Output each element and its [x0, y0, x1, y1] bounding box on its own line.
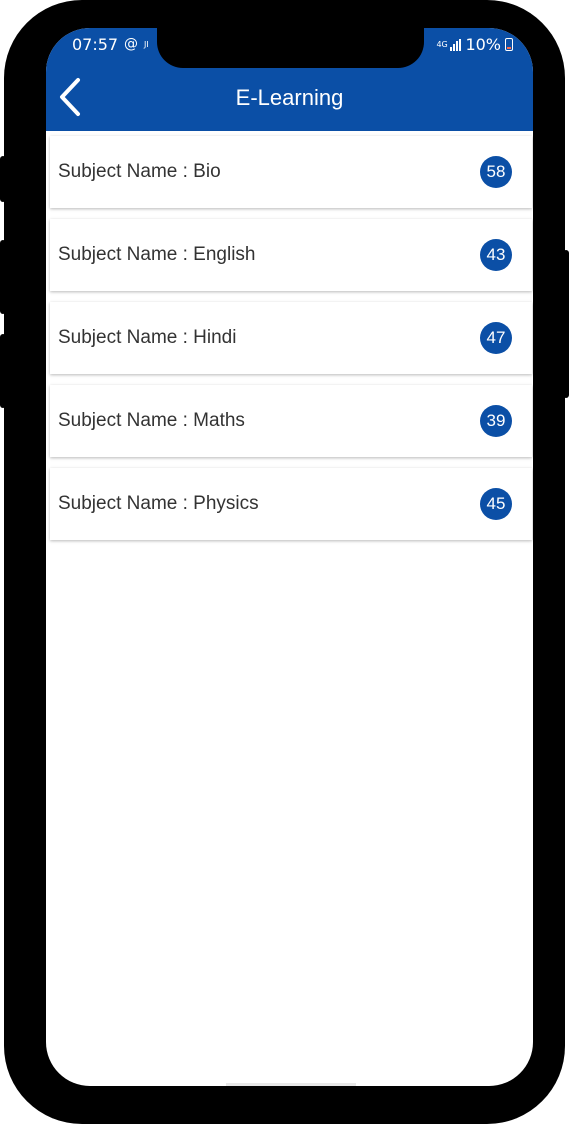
status-right-icons: 4G 10% — [436, 35, 513, 54]
notch — [157, 28, 424, 68]
subject-row-english[interactable]: Subject Name : English 43 — [50, 219, 532, 291]
phone-button-right — [563, 250, 569, 398]
subject-label: Subject Name : Maths — [58, 410, 245, 431]
app-bar: 07:57 @ JI 4G 10% E-Learning — [46, 28, 533, 131]
carrier-icon: JI — [144, 40, 149, 49]
network-type: 4G — [436, 39, 448, 49]
subject-row-physics[interactable]: Subject Name : Physics 45 — [50, 468, 532, 540]
phone-button-left-top — [0, 156, 6, 202]
phone-frame: 07:57 @ JI 4G 10% E-Learning Subject Nam… — [0, 0, 569, 1124]
phone-screen: 07:57 @ JI 4G 10% E-Learning Subject Nam… — [46, 28, 533, 1086]
home-indicator[interactable] — [226, 1083, 356, 1086]
subject-label: Subject Name : English — [58, 244, 256, 265]
at-icon: @ — [124, 36, 138, 52]
subject-label: Subject Name : Hindi — [58, 327, 237, 348]
subject-list: Subject Name : Bio 58 Subject Name : Eng… — [50, 136, 532, 551]
subject-label: Subject Name : Physics — [58, 493, 259, 514]
count-badge: 45 — [480, 488, 512, 520]
count-badge: 58 — [480, 156, 512, 188]
phone-button-left-bottom — [0, 334, 6, 408]
phone-button-left-middle — [0, 240, 6, 314]
subject-row-maths[interactable]: Subject Name : Maths 39 — [50, 385, 532, 457]
battery-percent: 10% — [465, 35, 501, 54]
subject-row-bio[interactable]: Subject Name : Bio 58 — [50, 136, 532, 208]
page-title: E-Learning — [235, 85, 344, 110]
battery-icon — [505, 38, 513, 51]
count-badge: 47 — [480, 322, 512, 354]
count-badge: 39 — [480, 405, 512, 437]
signal-icon — [450, 38, 462, 51]
subject-label: Subject Name : Bio — [58, 161, 221, 182]
status-time: 07:57 — [72, 35, 119, 54]
count-badge: 43 — [480, 239, 512, 271]
subject-row-hindi[interactable]: Subject Name : Hindi 47 — [50, 302, 532, 374]
